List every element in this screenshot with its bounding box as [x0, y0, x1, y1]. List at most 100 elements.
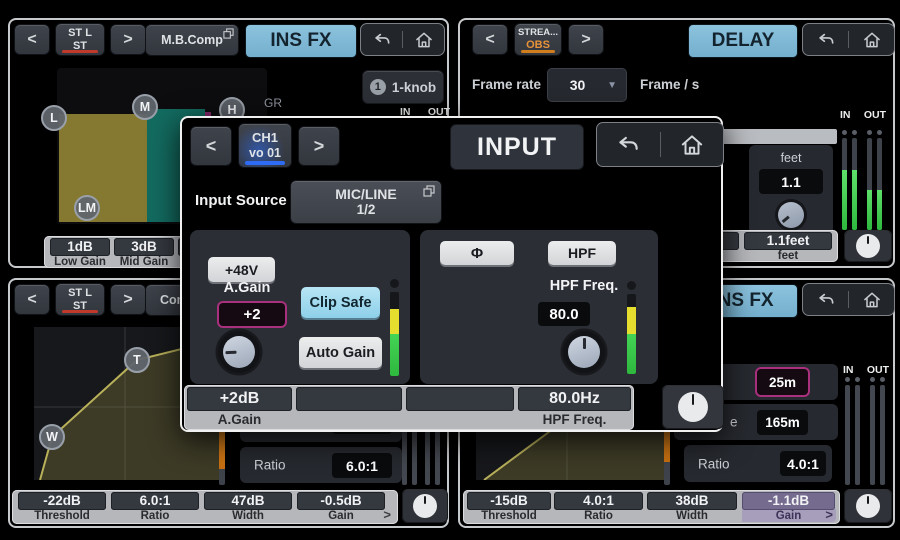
undo-button[interactable]	[803, 284, 848, 315]
param-label: e	[730, 415, 738, 430]
assign-knob-button[interactable]	[844, 489, 892, 523]
footer-label: feet	[744, 250, 832, 262]
again-value[interactable]: +2	[219, 303, 285, 326]
chevron-left-icon: <	[27, 292, 36, 308]
next-channel-button[interactable]: >	[110, 24, 146, 55]
home-button[interactable]	[403, 24, 444, 55]
footer-cell[interactable]: 1dB Low Gain	[50, 238, 110, 268]
delay-value[interactable]: 1.1	[759, 169, 823, 194]
one-knob-button[interactable]: 1 1-knob	[362, 70, 444, 104]
next-channel-button[interactable]: >	[110, 284, 146, 315]
footer-cell[interactable]: 6.0:1 Ratio	[111, 492, 199, 522]
footer-cell[interactable]: -0.5dB Gain	[297, 492, 385, 522]
nav-icon-group	[360, 23, 445, 56]
auto-gain-button[interactable]: Auto Gain	[299, 337, 382, 368]
channel-select-button[interactable]: CH1 vo 01	[238, 123, 292, 168]
undo-button[interactable]	[597, 123, 660, 166]
footer-label: Width	[204, 510, 292, 522]
channel-name-line1: ST L	[68, 27, 92, 40]
nav-icon-group	[802, 23, 895, 56]
page-title-badge[interactable]: INS FX	[245, 24, 357, 58]
next-channel-button[interactable]: >	[568, 24, 604, 55]
footer-label: Gain	[742, 510, 835, 522]
undo-button[interactable]	[361, 24, 402, 55]
footer-value: 4.0:1	[554, 492, 643, 510]
phantom-48v-button[interactable]: +48V	[208, 257, 275, 282]
home-button[interactable]	[849, 284, 894, 315]
footer-label: Low Gain	[50, 256, 110, 268]
channel-select-button[interactable]: STREA... OBS	[514, 23, 562, 56]
footer-cell[interactable]: 1.1feet feet	[744, 232, 832, 262]
footer-cell[interactable]	[296, 387, 402, 428]
undo-button[interactable]	[803, 24, 848, 55]
input-source-button[interactable]: MIC/LINE 1/2	[290, 180, 442, 224]
hpf-label: HPF	[568, 245, 596, 261]
assign-knob-button[interactable]	[662, 385, 724, 429]
chevron-down-icon: ▼	[607, 80, 626, 91]
low-band-handle[interactable]: L	[41, 105, 67, 131]
out-meter	[870, 385, 875, 485]
assign-knob-button[interactable]	[402, 489, 448, 523]
footer-cell[interactable]: -22dB Threshold	[18, 492, 106, 522]
chevron-left-icon: <	[27, 32, 36, 48]
footer-cell[interactable]: -15dB Threshold	[467, 492, 551, 522]
io-meter-labels: IN OUT	[843, 364, 889, 376]
footer-cell[interactable]: +2dB A.Gain	[187, 387, 292, 428]
footer-value	[296, 387, 402, 411]
home-button[interactable]	[661, 123, 724, 166]
footer-cell[interactable]: 3dB Mid Gain	[114, 238, 174, 268]
frame-rate-label: Frame rate	[472, 77, 541, 92]
knob-icon	[678, 392, 708, 422]
footer-cell-selected[interactable]: -1.1dB Gain	[742, 492, 835, 522]
width-handle[interactable]: W	[39, 424, 65, 450]
home-button[interactable]	[849, 24, 894, 55]
again-knob[interactable]	[218, 331, 260, 373]
more-params-chevron[interactable]: >	[825, 507, 833, 522]
auto-gain-label: Auto Gain	[306, 345, 375, 361]
channel-select-button[interactable]: ST L ST	[55, 283, 105, 316]
assign-knob-button[interactable]	[844, 230, 892, 262]
copy-icon	[423, 185, 435, 197]
footer-value: 6.0:1	[111, 492, 199, 510]
footer-cell[interactable]: 80.0Hz HPF Freq.	[518, 387, 631, 428]
hpf-freq-knob[interactable]	[563, 331, 605, 373]
ratio-row[interactable]: Ratio 6.0:1	[240, 447, 402, 483]
next-channel-button[interactable]: >	[298, 126, 340, 166]
clip-safe-button[interactable]: Clip Safe	[301, 287, 380, 318]
in-meter	[852, 138, 857, 230]
peak-indicator	[855, 377, 860, 382]
footer-cell[interactable]: 47dB Width	[204, 492, 292, 522]
footer-label: Threshold	[467, 510, 551, 522]
popup-title: INPUT	[477, 133, 557, 162]
footer-label: Gain	[297, 510, 385, 522]
ratio-row[interactable]: Ratio 4.0:1	[684, 445, 832, 482]
hpf-freq-label: HPF Freq.	[536, 278, 632, 294]
footer-cell[interactable]	[406, 387, 514, 428]
prev-channel-button[interactable]: <	[14, 24, 50, 55]
nav-icon-group	[596, 122, 724, 167]
low-mid-xover-handle[interactable]: LM	[74, 195, 100, 221]
page-title-badge[interactable]: DELAY	[688, 24, 798, 58]
footer-cell[interactable]: 38dB Width	[647, 492, 737, 522]
delay-knob[interactable]	[775, 199, 807, 231]
more-params-chevron[interactable]: >	[383, 507, 391, 522]
home-icon	[679, 132, 705, 158]
phase-button[interactable]: Φ	[440, 241, 514, 265]
threshold-handle[interactable]: T	[124, 347, 150, 373]
handle-label: T	[133, 353, 141, 367]
footer-cell[interactable]: 4.0:1 Ratio	[554, 492, 643, 522]
channel-select-button[interactable]: ST L ST	[55, 23, 105, 56]
chevron-right-icon: >	[123, 292, 132, 308]
frame-rate-select[interactable]: 30 ▼	[547, 68, 627, 102]
input-level-meter	[390, 292, 399, 376]
prev-channel-button[interactable]: <	[190, 126, 232, 166]
hpf-button[interactable]: HPF	[548, 241, 616, 265]
mid-band-handle[interactable]: M	[132, 94, 158, 120]
preset-button[interactable]: M.B.Comp	[145, 24, 239, 56]
hpf-freq-value[interactable]: 80.0	[538, 302, 590, 326]
out-meter	[867, 138, 872, 230]
prev-channel-button[interactable]: <	[472, 24, 508, 55]
again-label: A.Gain	[207, 280, 287, 296]
peak-indicator	[877, 130, 882, 135]
prev-channel-button[interactable]: <	[14, 284, 50, 315]
